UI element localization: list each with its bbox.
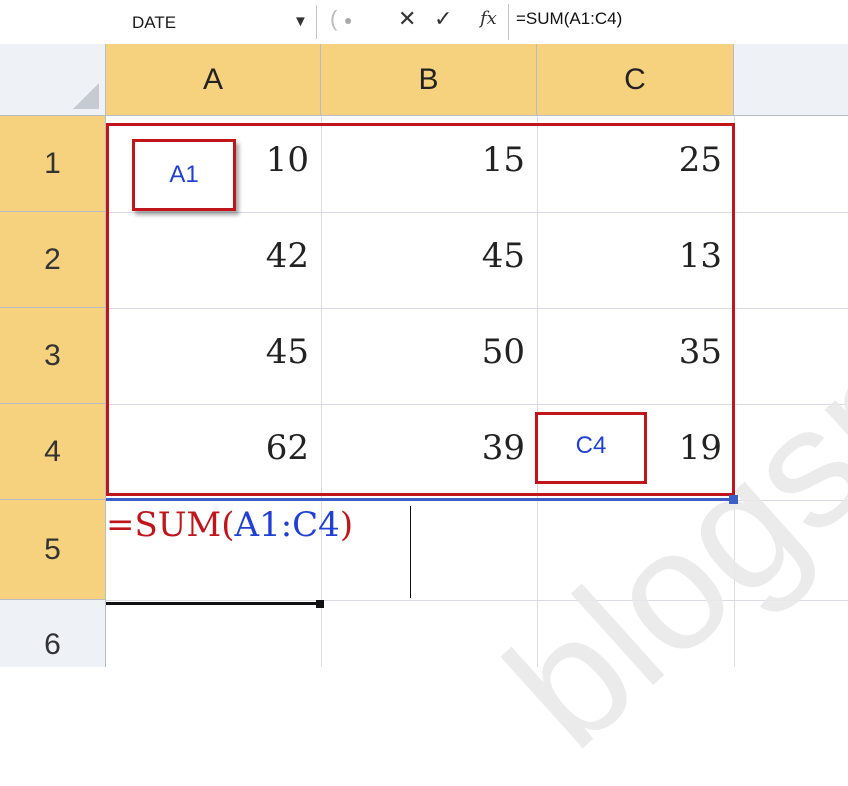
- row-header-5[interactable]: 5: [0, 500, 106, 600]
- row-header-3[interactable]: 3: [0, 308, 106, 404]
- cell-a5-formula-edit[interactable]: =SUM(A1:C4): [106, 505, 353, 545]
- column-header-d[interactable]: [734, 44, 848, 116]
- row-header-1[interactable]: 1: [0, 116, 106, 212]
- insert-dot-icon: ●: [344, 12, 353, 28]
- select-all-triangle-icon: [73, 83, 99, 109]
- formula-ref-end: C4: [292, 505, 340, 545]
- text-caret: [410, 506, 411, 598]
- name-box[interactable]: DATE ▼: [118, 5, 317, 39]
- column-header-a[interactable]: A: [106, 44, 321, 116]
- active-cell-bottom-border: [106, 602, 320, 605]
- cancel-icon[interactable]: ✕: [398, 6, 416, 32]
- select-all-corner[interactable]: [0, 44, 106, 116]
- end-cell-label: C4: [535, 412, 647, 484]
- range-reference-border: [106, 498, 736, 501]
- row-header-6[interactable]: 6: [0, 600, 106, 667]
- chevron-down-icon[interactable]: ▼: [293, 13, 308, 30]
- formula-bar-separator-icon: (: [330, 6, 338, 31]
- active-cell-handle[interactable]: [316, 600, 324, 608]
- column-header-c[interactable]: C: [537, 44, 734, 116]
- formula-suffix: ): [339, 505, 354, 545]
- name-box-value: DATE: [132, 13, 177, 32]
- formula-bar-divider: [508, 4, 509, 40]
- start-cell-label: A1: [132, 139, 236, 211]
- formula-ref-start: A1: [234, 505, 281, 545]
- column-header-b[interactable]: B: [321, 44, 537, 116]
- formula-input[interactable]: =SUM(A1:C4): [516, 9, 622, 29]
- row-header-2[interactable]: 2: [0, 212, 106, 308]
- row-header-4[interactable]: 4: [0, 404, 106, 500]
- fill-handle[interactable]: [729, 495, 738, 504]
- formula-bar: DATE ▼ ( ● ✕ ✓ fx =SUM(A1:C4): [0, 0, 848, 45]
- formula-colon: :: [280, 505, 293, 545]
- insert-function-icon[interactable]: fx: [480, 8, 497, 29]
- enter-icon[interactable]: ✓: [434, 6, 452, 32]
- formula-prefix: =SUM(: [106, 505, 235, 545]
